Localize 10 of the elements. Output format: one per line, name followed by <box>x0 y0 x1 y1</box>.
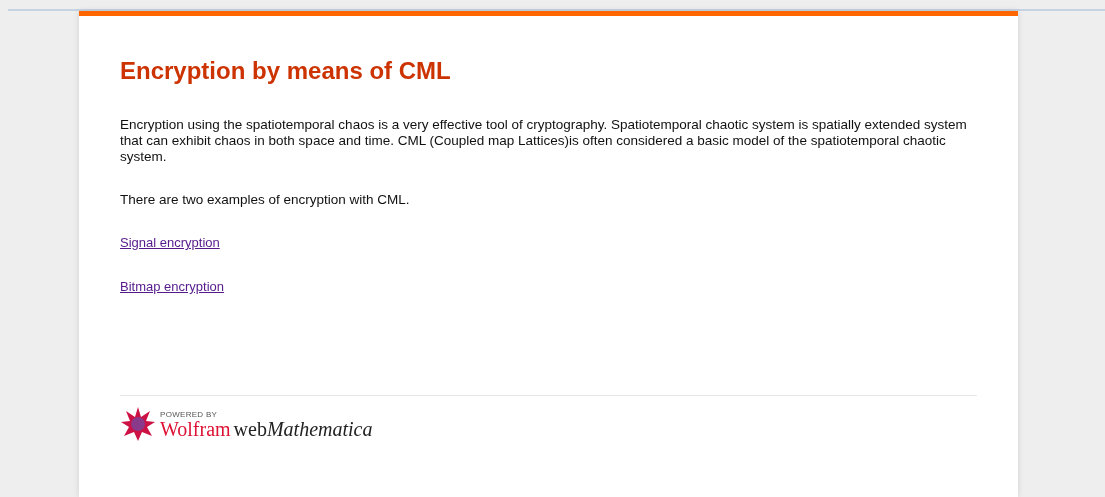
product-prefix: web <box>233 418 267 439</box>
star-logo-icon <box>120 406 156 442</box>
link[interactable]: Bitmap encryption <box>120 279 225 295</box>
powered-by-label: POWERED BY <box>160 409 219 419</box>
paragraph: Encryption using the spatiotemporal chaos is a very effective tool of cryptography. Spatiotemporal chaotic system is spatially extended system that can exhibit chaos in both space and time. CML (Coupled map Lattices)is often considered a basic model of the spatiotemporal chaotic system. <box>120 117 968 165</box>
page-title: Encryption by means of CML <box>120 56 452 86</box>
paragraph: There are two examples of encryption with CML. <box>120 192 411 208</box>
link[interactable]: Signal encryption <box>120 235 220 251</box>
product-name: Mathematica <box>266 418 373 439</box>
brand-name: Wolfram <box>160 418 231 439</box>
